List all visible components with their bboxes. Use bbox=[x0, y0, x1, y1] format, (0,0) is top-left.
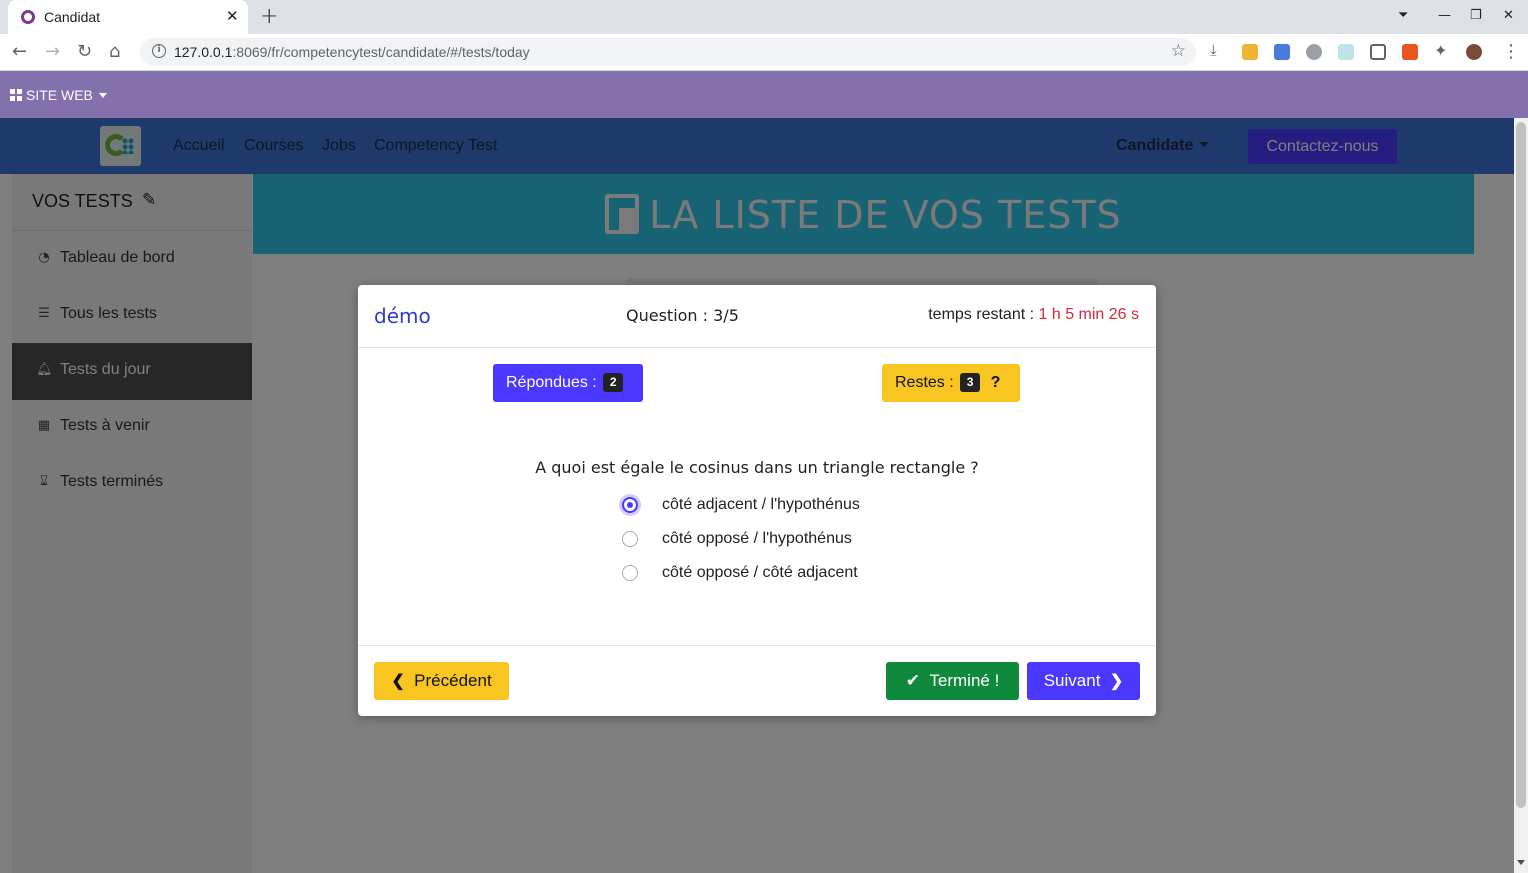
answered-count-badge[interactable]: Répondues : 2 bbox=[493, 364, 643, 402]
off-extension-icon[interactable] bbox=[1402, 44, 1418, 60]
finish-button[interactable]: ✔ Terminé ! bbox=[886, 662, 1019, 700]
modal-header: démo Question : 3/5 temps restant : 1 h … bbox=[358, 285, 1156, 348]
address-bar[interactable]: i 127.0.0.1:8069/fr/competencytest/candi… bbox=[140, 38, 1196, 66]
tab-title: Candidat bbox=[44, 9, 101, 25]
tab-search-icon[interactable]: ⏷ bbox=[1398, 8, 1408, 23]
question-text: A quoi est égale le cosinus dans un tria… bbox=[535, 458, 979, 477]
extension-icon[interactable] bbox=[1242, 44, 1258, 60]
minimize-icon[interactable]: — bbox=[1438, 8, 1451, 23]
scrollbar-thumb[interactable] bbox=[1516, 122, 1526, 808]
question-mark-icon: ? bbox=[990, 374, 1001, 391]
modal-title: démo bbox=[374, 304, 431, 328]
answered-count: 2 bbox=[603, 373, 624, 392]
question-counter: Question : 3/5 bbox=[626, 306, 739, 325]
browser-tab[interactable]: Candidat ✕ bbox=[8, 0, 248, 34]
profile-avatar[interactable] bbox=[1466, 44, 1482, 60]
extensions-puzzle-icon[interactable]: ✦ bbox=[1434, 41, 1447, 60]
time-remaining: temps restant : 1 h 5 min 26 s bbox=[928, 306, 1140, 323]
remaining-count: 3 bbox=[960, 373, 981, 392]
radio-button[interactable] bbox=[622, 531, 638, 547]
site-admin-bar: SITE WEB bbox=[0, 71, 1528, 118]
question-modal: démo Question : 3/5 temps restant : 1 h … bbox=[358, 285, 1156, 716]
close-window-icon[interactable]: ✕ bbox=[1503, 8, 1514, 23]
answer-option-label[interactable]: côté opposé / côté adjacent bbox=[662, 564, 858, 582]
back-icon[interactable]: ← bbox=[12, 41, 27, 62]
apps-grid-icon bbox=[10, 89, 22, 101]
url-text: 127.0.0.1:8069/fr/competencytest/candida… bbox=[174, 44, 530, 60]
site-info-icon[interactable]: i bbox=[152, 44, 166, 58]
scroll-down-arrow-icon[interactable] bbox=[1517, 860, 1525, 865]
shield-extension-icon[interactable] bbox=[1306, 44, 1322, 60]
reload-icon[interactable]: ↻ bbox=[77, 41, 92, 62]
answer-option-label[interactable]: côté adjacent / l'hypothénus bbox=[662, 496, 860, 514]
translate-extension-icon[interactable] bbox=[1274, 44, 1290, 60]
chevron-left-icon: ❮ bbox=[391, 673, 405, 690]
extension-icon[interactable] bbox=[1338, 44, 1354, 60]
timer-value: 1 h 5 min 26 s bbox=[1038, 306, 1140, 323]
caret-down-icon bbox=[98, 93, 107, 98]
chevron-right-icon: ❯ bbox=[1109, 673, 1124, 690]
new-tab-icon[interactable]: + bbox=[260, 4, 278, 29]
radio-button[interactable] bbox=[622, 565, 638, 581]
site-web-menu[interactable]: SITE WEB bbox=[10, 87, 107, 103]
home-icon[interactable]: ⌂ bbox=[109, 41, 120, 62]
close-tab-icon[interactable]: ✕ bbox=[226, 7, 239, 25]
browser-toolbar: ← → ↻ ⌂ i 127.0.0.1:8069/fr/competencyte… bbox=[0, 34, 1528, 71]
bookmark-star-icon[interactable]: ☆ bbox=[1171, 41, 1186, 61]
answer-option-label[interactable]: côté opposé / l'hypothénus bbox=[662, 530, 852, 548]
browser-menu-icon[interactable]: ⋮ bbox=[1502, 41, 1520, 62]
browser-tab-strip: Candidat ✕ + ⏷ — ❐ ✕ bbox=[0, 0, 1528, 34]
forward-icon[interactable]: → bbox=[45, 41, 60, 62]
previous-button[interactable]: ❮ Précédent bbox=[374, 662, 509, 700]
extension-icon[interactable] bbox=[1370, 44, 1386, 60]
download-icon[interactable]: ⤓ bbox=[1210, 41, 1217, 59]
site-favicon-icon bbox=[21, 10, 35, 24]
page-scrollbar[interactable] bbox=[1514, 118, 1528, 873]
remaining-count-badge[interactable]: Restes : 3 ? bbox=[882, 364, 1020, 402]
check-icon: ✔ bbox=[905, 671, 920, 690]
next-button[interactable]: Suivant ❯ bbox=[1027, 662, 1140, 700]
restore-icon[interactable]: ❐ bbox=[1470, 8, 1482, 23]
modal-footer: ❮ Précédent ✔ Terminé ! Suivant ❯ bbox=[358, 645, 1156, 716]
radio-button-selected[interactable] bbox=[622, 497, 638, 513]
